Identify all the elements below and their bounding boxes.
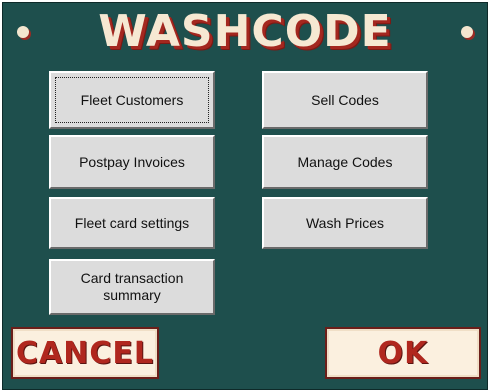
card-transaction-summary-button[interactable]: Card transaction summary (49, 259, 215, 315)
sell-codes-label: Sell Codes (311, 91, 379, 108)
postpay-invoices-label: Postpay Invoices (79, 153, 185, 170)
title-bullet-left-icon (17, 26, 29, 38)
cancel-button[interactable]: CANCEL (11, 327, 159, 379)
fleet-customers-button[interactable]: Fleet Customers (49, 71, 215, 129)
manage-codes-label: Manage Codes (297, 153, 393, 170)
title-bar: WASHCODE (3, 5, 487, 57)
wash-prices-button[interactable]: Wash Prices (262, 197, 428, 249)
ok-label: OK (377, 335, 429, 371)
ok-button[interactable]: OK (325, 327, 481, 379)
manage-codes-button[interactable]: Manage Codes (262, 135, 428, 189)
focus-rectangle (55, 77, 209, 123)
cancel-label: CANCEL (16, 335, 154, 371)
wash-prices-label: Wash Prices (305, 214, 385, 231)
app-title: WASHCODE (98, 5, 392, 57)
fleet-card-settings-button[interactable]: Fleet card settings (49, 197, 215, 249)
postpay-invoices-button[interactable]: Postpay Invoices (49, 135, 215, 189)
card-transaction-summary-label: Card transaction summary (80, 270, 184, 303)
fleet-card-settings-label: Fleet card settings (74, 214, 190, 231)
title-bullet-right-icon (461, 26, 473, 38)
washcode-screen: WASHCODE Fleet Customers Sell Codes Post… (2, 2, 488, 390)
sell-codes-button[interactable]: Sell Codes (262, 71, 428, 129)
